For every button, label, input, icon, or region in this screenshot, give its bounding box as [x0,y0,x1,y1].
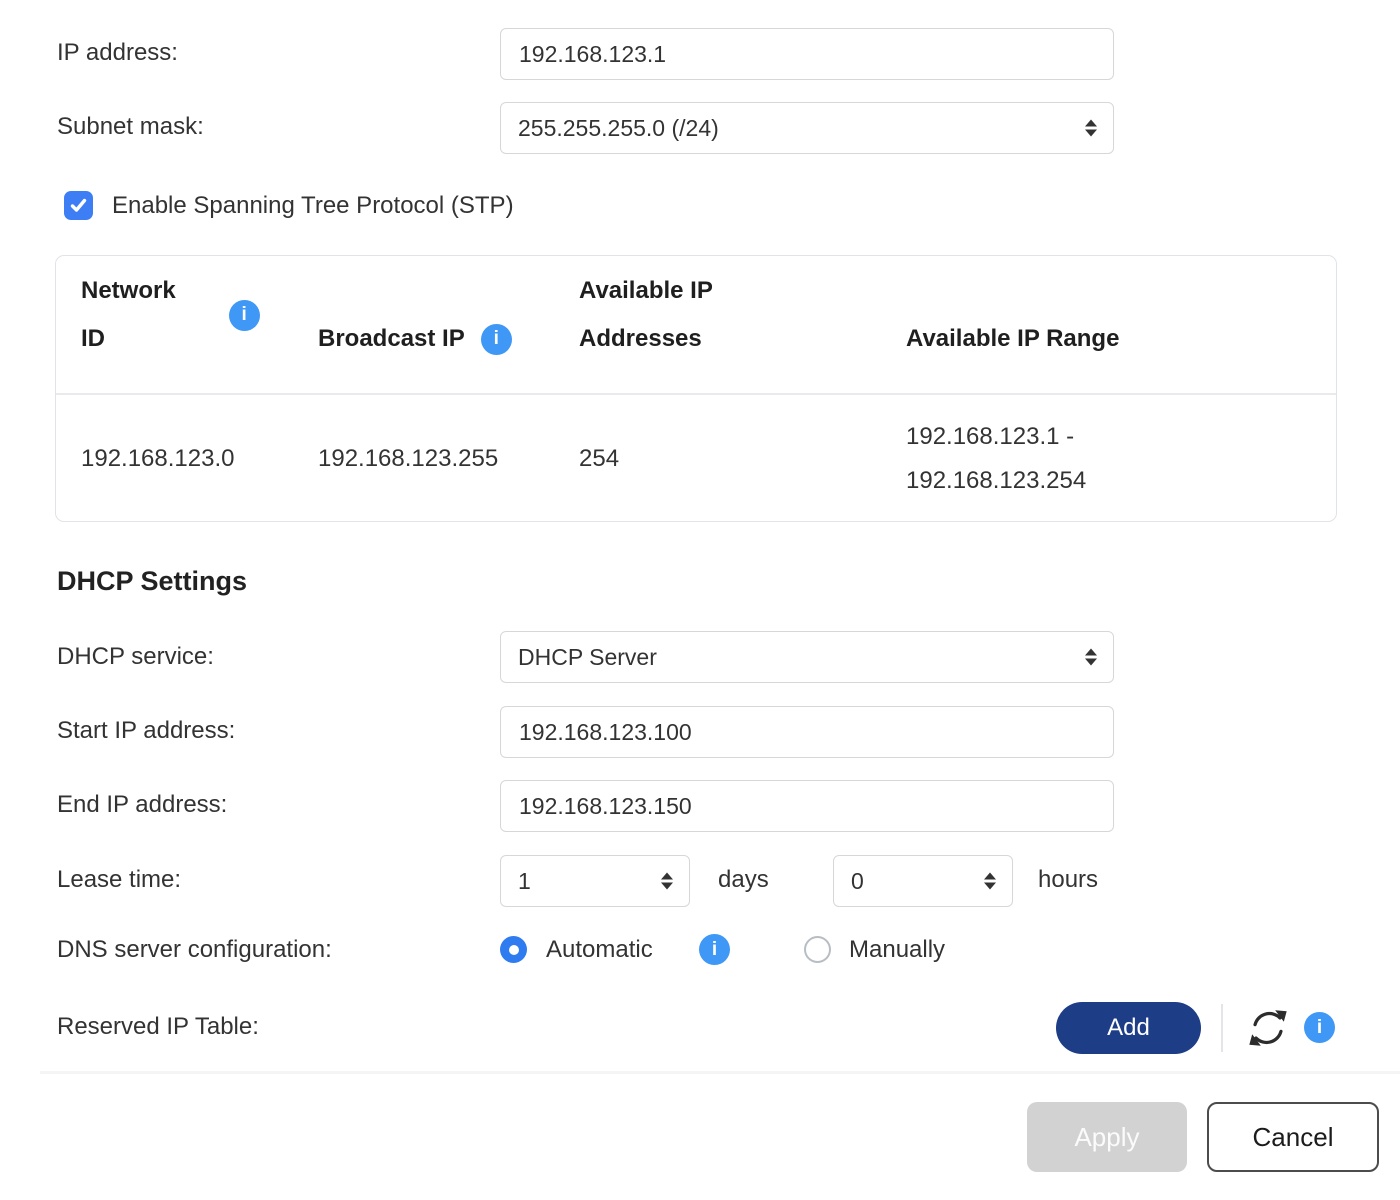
cell-range-line2: 192.168.123.254 [906,459,1336,503]
lease-days-select[interactable]: 1 [500,855,690,907]
dns-manually-radio[interactable] [804,936,831,963]
dhcp-settings-heading: DHCP Settings [57,566,247,597]
lease-hours-select[interactable]: 0 [833,855,1013,907]
stp-checkbox[interactable] [64,191,93,220]
dns-manually-label: Manually [849,936,945,964]
apply-button[interactable]: Apply [1027,1102,1187,1172]
cell-available-ip-range: 192.168.123.1 - 192.168.123.254 [906,415,1336,503]
select-caret-icon [661,873,673,890]
cancel-button[interactable]: Cancel [1207,1102,1379,1172]
table-header-row: Network ID i Broadcast IP i Available IP… [56,256,1336,393]
cell-broadcast-ip: 192.168.123.255 [318,437,579,481]
broadcast-ip-info-icon[interactable]: i [481,324,512,355]
cell-network-id: 192.168.123.0 [81,437,318,481]
add-button[interactable]: Add [1056,1002,1201,1054]
reserved-ip-info-icon[interactable]: i [1304,1012,1335,1043]
header-available-ip-line1: Available IP [579,267,906,315]
refresh-icon[interactable] [1245,1005,1291,1051]
header-available-ip-line2: Addresses [579,315,906,363]
cell-range-line1: 192.168.123.1 - [906,415,1336,459]
cell-available-ip-addresses: 254 [579,437,906,481]
stp-label: Enable Spanning Tree Protocol (STP) [112,192,514,220]
subnet-mask-select[interactable]: 255.255.255.0 (/24) [500,102,1114,154]
header-broadcast-ip-text: Broadcast IP [318,315,465,363]
dhcp-service-value: DHCP Server [501,644,657,671]
dhcp-service-label: DHCP service: [57,643,214,671]
select-caret-icon [1085,649,1097,666]
toolbar-divider [1221,1004,1223,1052]
network-info-table: Network ID i Broadcast IP i Available IP… [55,255,1337,522]
footer-divider [40,1071,1400,1074]
select-caret-icon [1085,120,1097,137]
dns-config-label: DNS server configuration: [57,936,332,964]
start-ip-label: Start IP address: [57,717,235,745]
end-ip-label: End IP address: [57,791,227,819]
lease-time-label: Lease time: [57,866,181,894]
header-available-ip-addresses: Available IP Addresses [579,267,906,393]
lease-hours-unit: hours [1038,866,1098,894]
subnet-mask-value: 255.255.255.0 (/24) [501,115,719,142]
select-caret-icon [984,873,996,890]
checkmark-icon [69,196,88,215]
table-row: 192.168.123.0 192.168.123.255 254 192.16… [56,395,1336,522]
subnet-mask-label: Subnet mask: [57,113,204,141]
lease-hours-value: 0 [834,868,864,895]
dns-automatic-label: Automatic [546,936,653,964]
start-ip-input[interactable] [500,706,1114,758]
header-broadcast-ip: Broadcast IP i [318,315,579,393]
dhcp-service-select[interactable]: DHCP Server [500,631,1114,683]
header-network-id-line1: Network [81,267,176,315]
dns-automatic-info-icon[interactable]: i [699,934,730,965]
header-network-id-line2: ID [81,315,176,363]
header-network-id: Network ID i [81,267,318,393]
header-available-ip-range: Available IP Range [906,315,1336,393]
network-id-info-icon[interactable]: i [229,300,260,331]
reserved-ip-table-label: Reserved IP Table: [57,1013,259,1041]
dns-automatic-radio[interactable] [500,936,527,963]
end-ip-input[interactable] [500,780,1114,832]
lease-days-value: 1 [501,868,531,895]
ip-address-input[interactable] [500,28,1114,80]
lease-days-unit: days [718,866,769,894]
ip-address-label: IP address: [57,39,178,67]
